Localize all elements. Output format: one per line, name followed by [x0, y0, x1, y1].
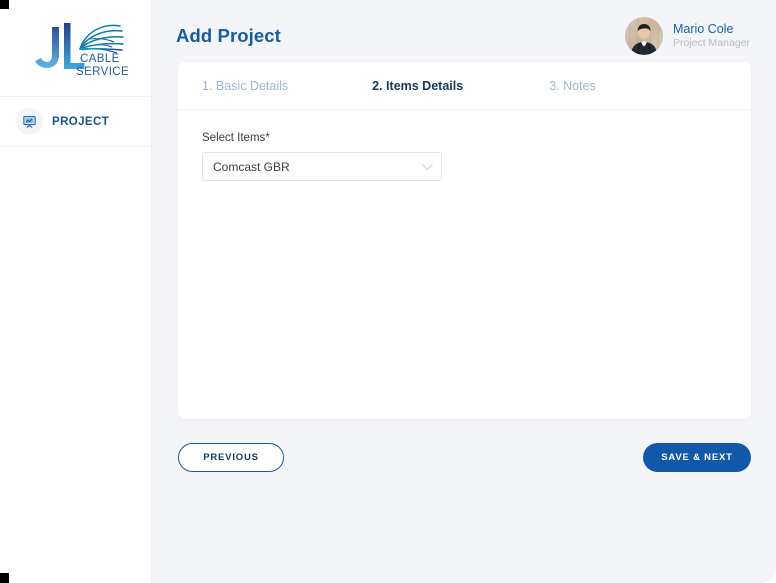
presentation-board-icon	[16, 108, 43, 135]
wizard-tabs: 1. Basic Details 2. Items Details 3. Not…	[178, 62, 751, 110]
jl-cable-services-logo-icon: CABLE SERVICES	[34, 23, 136, 78]
card-body: Select Items* Comcast GBR	[178, 110, 751, 181]
sidebar-item-project[interactable]: PROJECT	[0, 97, 151, 146]
tab-basic-details[interactable]: 1. Basic Details	[202, 79, 288, 93]
user-meta: Mario Cole Project Manager	[673, 22, 750, 51]
select-items-input[interactable]: Comcast GBR	[202, 152, 442, 181]
sidebar: CABLE SERVICES PROJECT	[0, 0, 152, 583]
logo-text-cable: CABLE	[80, 53, 120, 65]
user-profile-menu[interactable]: Mario Cole Project Manager	[624, 17, 750, 55]
user-role: Project Manager	[672, 37, 750, 50]
wizard-footer: PREVIOUS SAVE & NEXT	[178, 443, 751, 472]
previous-button[interactable]: PREVIOUS	[178, 443, 284, 472]
main-content: Add Project Mario Cole Project Manager 1…	[152, 0, 776, 583]
sidebar-divider-bottom	[0, 146, 151, 147]
cursor-artifact-top-left	[0, 0, 9, 9]
user-photo-icon	[624, 17, 663, 55]
cursor-artifact-bottom-left	[0, 573, 9, 583]
app-root: CABLE SERVICES PROJECT	[0, 0, 776, 583]
logo-text-services: SERVICES	[76, 66, 128, 78]
user-name: Mario Cole	[672, 21, 734, 36]
logo-mark: CABLE SERVICES	[24, 19, 136, 81]
tab-items-details[interactable]: 2. Items Details	[372, 79, 463, 93]
sidebar-item-label: PROJECT	[52, 115, 110, 128]
page-title: Add Project	[176, 25, 281, 46]
select-items-wrapper: Comcast GBR	[202, 152, 442, 181]
brand-logo[interactable]: CABLE SERVICES	[0, 0, 151, 96]
tab-notes[interactable]: 3. Notes	[549, 79, 596, 93]
select-items-label: Select Items*	[202, 132, 270, 144]
save-and-next-button[interactable]: SAVE & NEXT	[643, 443, 751, 472]
avatar	[624, 17, 663, 55]
add-project-card: 1. Basic Details 2. Items Details 3. Not…	[178, 62, 751, 419]
